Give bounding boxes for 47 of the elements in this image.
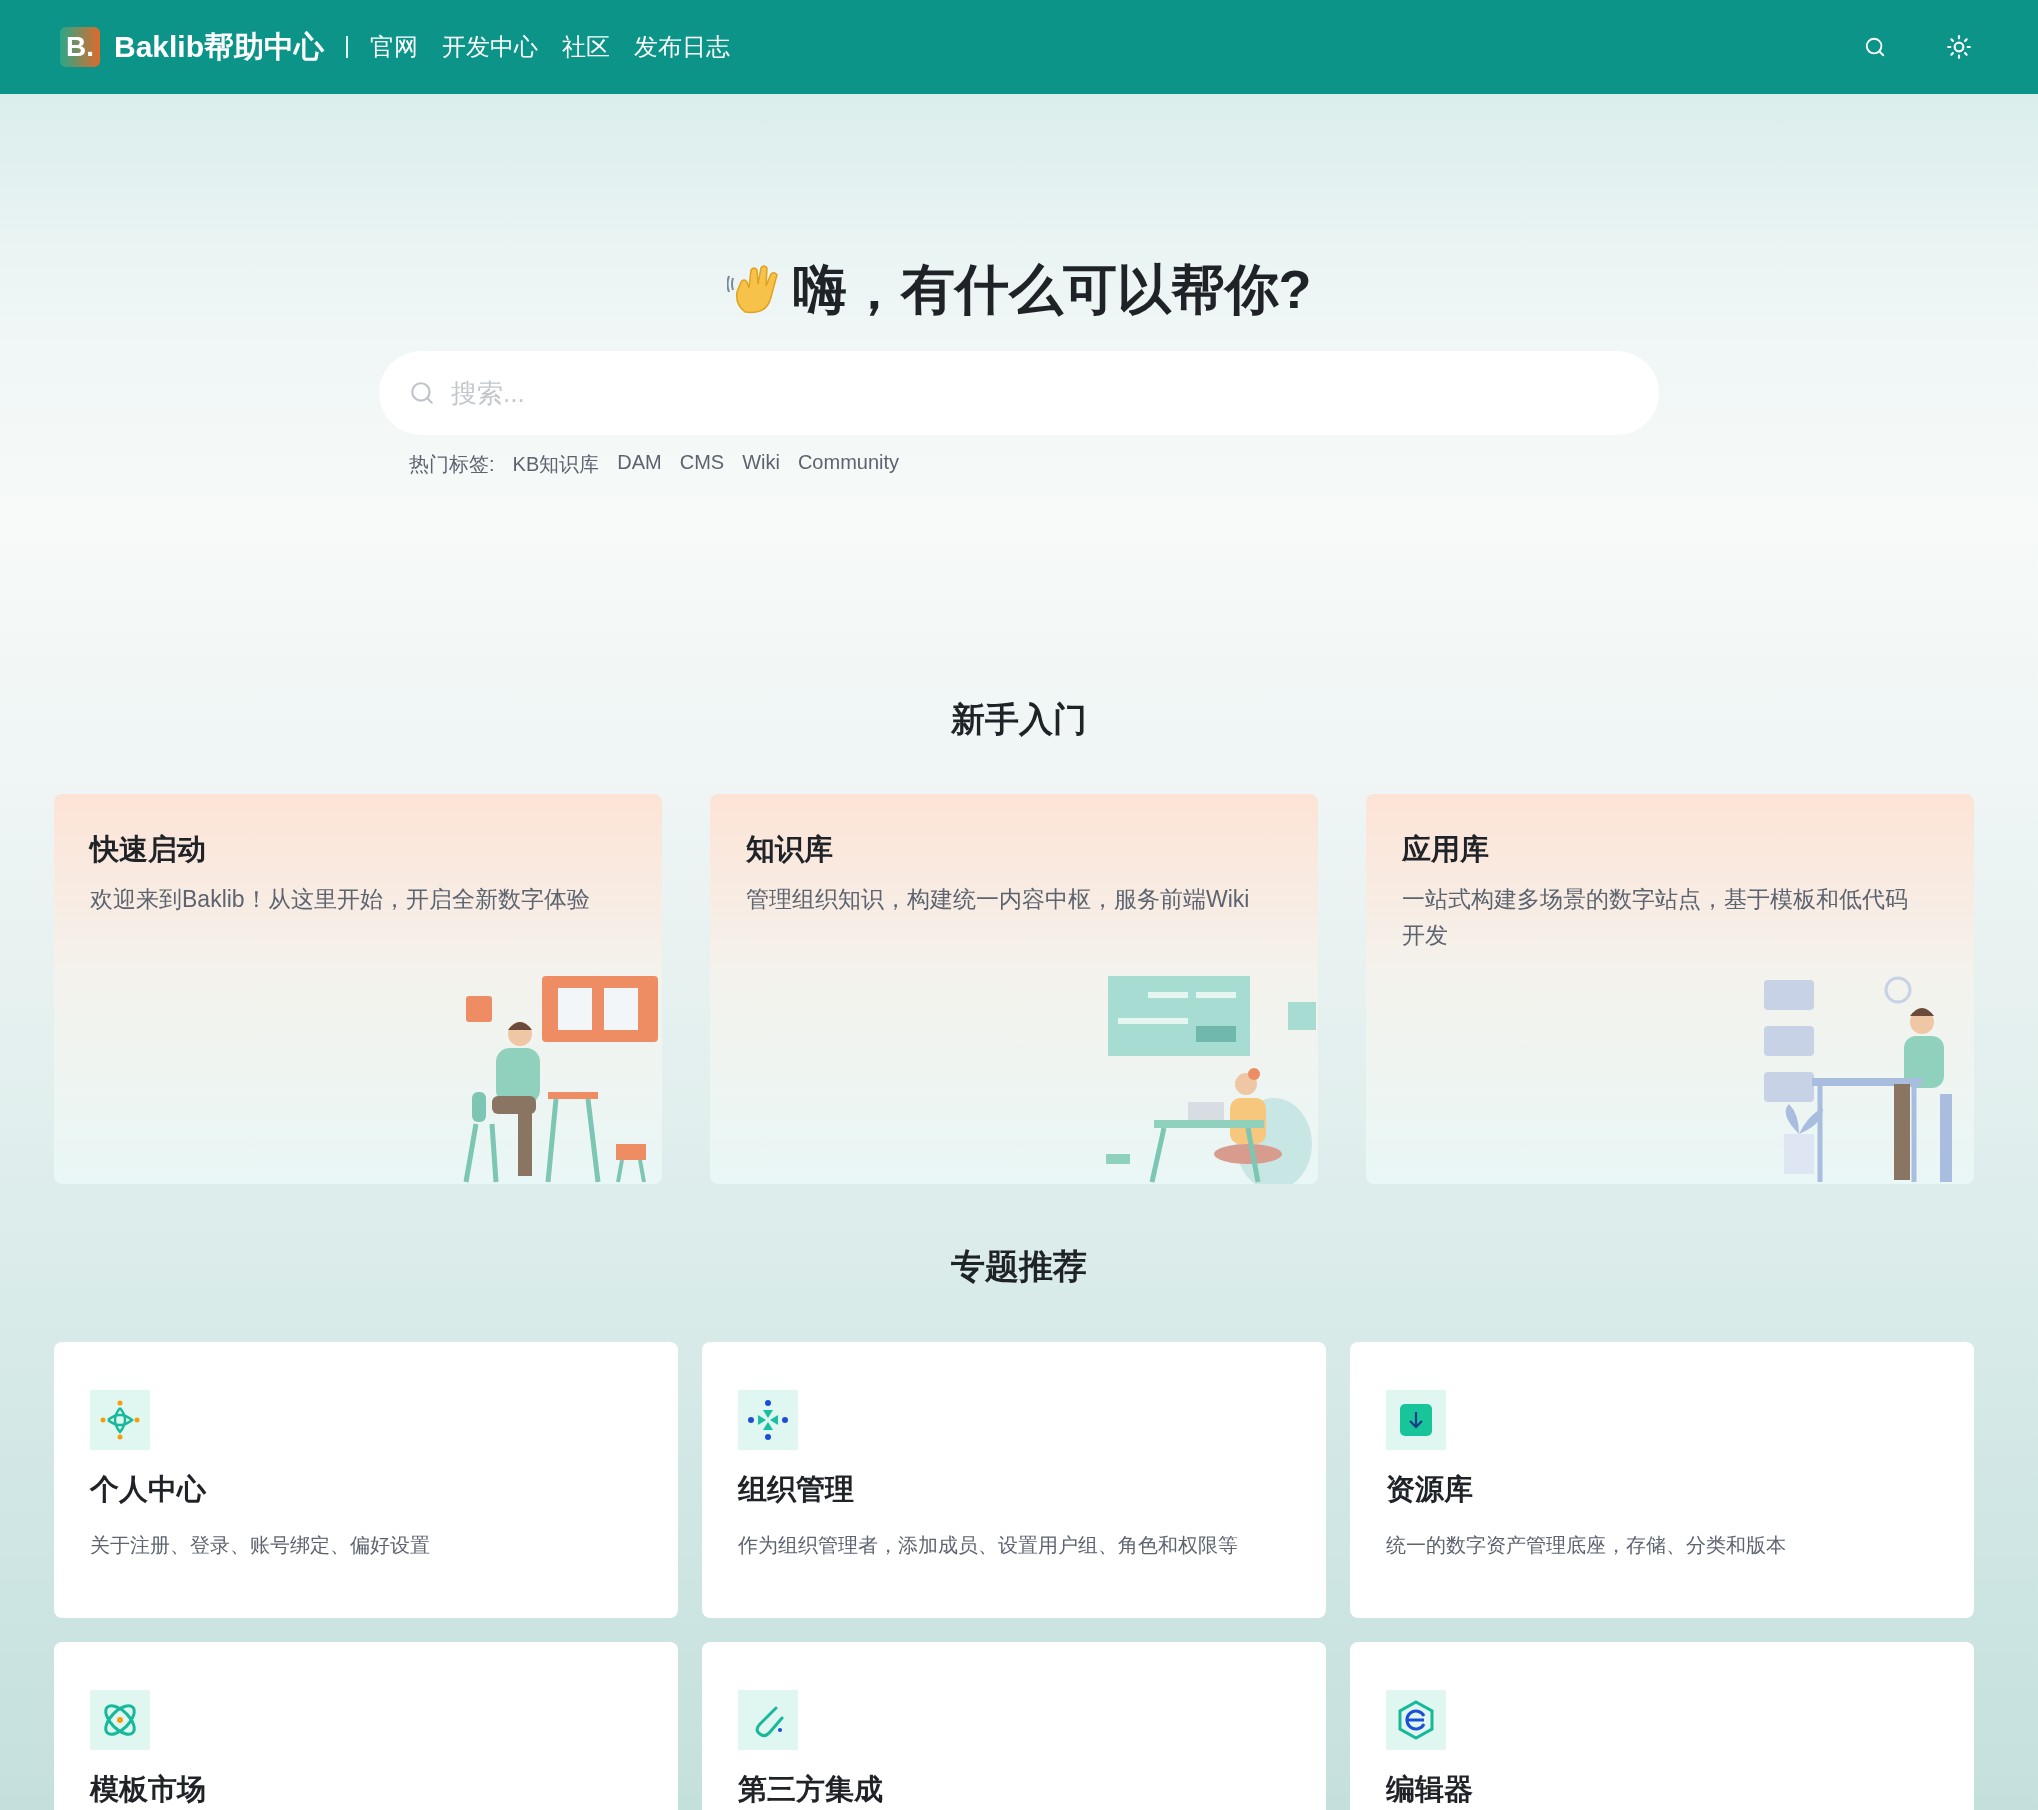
- topic-card[interactable]: 模板市场: [54, 1642, 678, 1810]
- orbit-icon: [90, 1690, 150, 1750]
- card-description: 一站式构建多场景的数字站点，基于模板和低代码开发: [1402, 885, 1909, 950]
- card-title: 第三方集成: [738, 1772, 884, 1807]
- card-title: 模板市场: [90, 1772, 207, 1807]
- guide-card[interactable]: 快速启动 欢迎来到Baklib！从这里开始，开启全新数字体验: [54, 794, 662, 1184]
- card-description: 统一的数字资产管理底座，存储、分类和版本: [1386, 1533, 1787, 1558]
- card-title: 个人中心: [90, 1472, 207, 1507]
- search-field[interactable]: 搜索...: [379, 351, 1659, 435]
- nav-link[interactable]: 发布日志: [634, 31, 731, 63]
- topic-card[interactable]: 编辑器: [1350, 1642, 1974, 1810]
- paperclip-icon: [738, 1690, 798, 1750]
- guide-card[interactable]: 知识库 管理组织知识，构建统一内容中枢，服务前端Wiki: [710, 794, 1318, 1184]
- card-title: 编辑器: [1386, 1772, 1474, 1807]
- section-title: 新手入门: [950, 699, 1088, 740]
- hero-title: 嗨，有什么可以帮你?: [792, 258, 1312, 321]
- topic-card[interactable]: 第三方集成: [702, 1642, 1326, 1810]
- tag-link[interactable]: Community: [797, 451, 900, 478]
- guide-card[interactable]: 应用库 一站式构建多场景的数字站点，基于模板和低代码开发: [1366, 794, 1974, 1184]
- flower-icon: [90, 1390, 150, 1450]
- hexagon-e-icon: [1386, 1690, 1446, 1750]
- card-title: 资源库: [1386, 1472, 1474, 1507]
- download-icon: [1386, 1390, 1446, 1450]
- tag-link[interactable]: Wiki: [742, 451, 780, 478]
- nav-link[interactable]: 官网: [370, 31, 419, 63]
- nav-link[interactable]: 社区: [562, 31, 611, 63]
- nav-link[interactable]: 开发中心: [442, 31, 539, 63]
- search-icon: [409, 380, 435, 406]
- card-title: 组织管理: [738, 1472, 855, 1507]
- card-description: 关于注册、登录、账号绑定、偏好设置: [90, 1533, 431, 1558]
- card-description: 欢迎来到Baklib！从这里开始，开启全新数字体验: [90, 885, 591, 914]
- tags-label: 热门标签:: [409, 452, 495, 477]
- site-name[interactable]: Baklib帮助中心: [114, 26, 325, 68]
- logo[interactable]: B.: [60, 27, 100, 67]
- topic-card[interactable]: 资源库 统一的数字资产管理底座，存储、分类和版本: [1350, 1342, 1974, 1618]
- card-description: 作为组织管理者，添加成员、设置用户组、角色和权限等: [738, 1533, 1239, 1558]
- card-description: 管理组织知识，构建统一内容中枢，服务前端Wiki: [746, 885, 1251, 914]
- card-title: 快速启动: [90, 832, 207, 867]
- topic-card[interactable]: 组织管理 作为组织管理者，添加成员、设置用户组、角色和权限等: [702, 1342, 1326, 1618]
- topic-card[interactable]: 个人中心 关于注册、登录、账号绑定、偏好设置: [54, 1342, 678, 1618]
- section-title: 专题推荐: [950, 1246, 1088, 1287]
- tag-link[interactable]: KB知识库: [512, 451, 600, 478]
- cluster-icon: [738, 1390, 798, 1450]
- card-title: 应用库: [1402, 832, 1490, 867]
- tag-link[interactable]: CMS: [679, 451, 725, 478]
- tag-link[interactable]: DAM: [617, 451, 662, 478]
- card-title: 知识库: [746, 832, 834, 867]
